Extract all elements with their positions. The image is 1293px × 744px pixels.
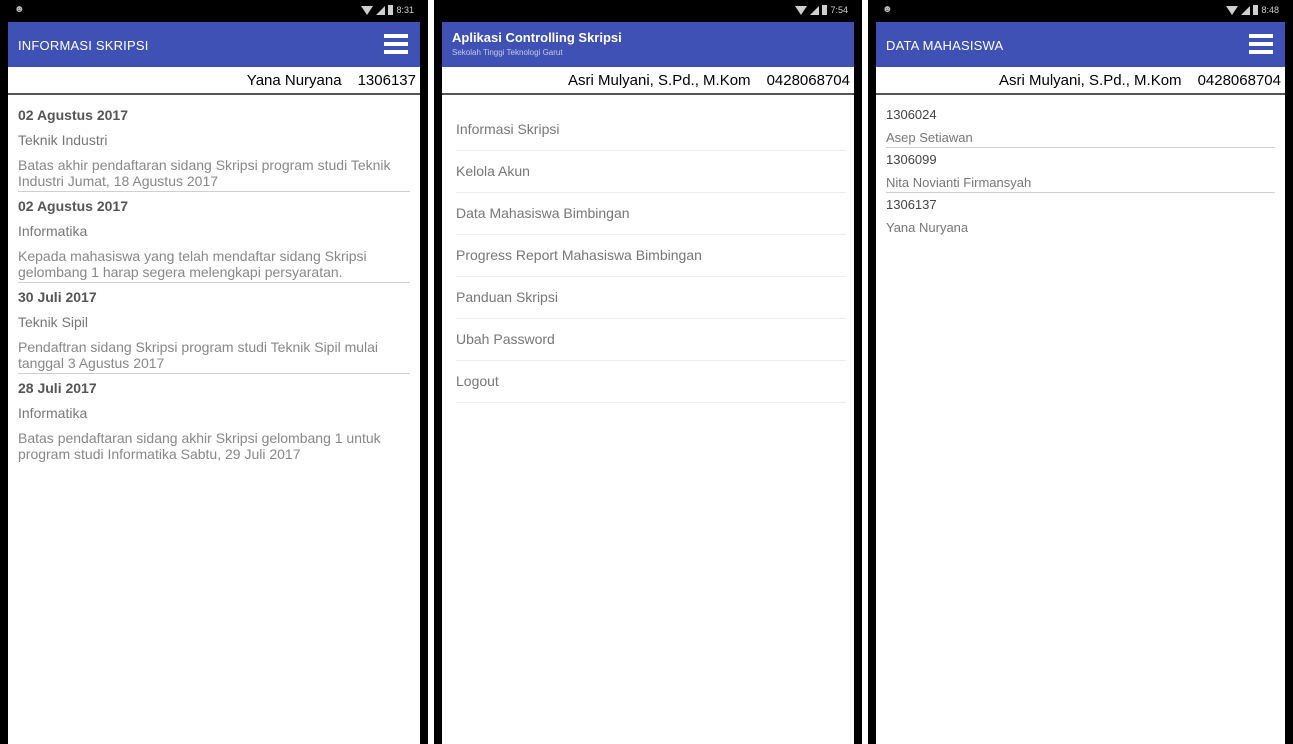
student-name: Asep Setiawan [886, 130, 973, 145]
news-date: 28 Juli 2017 [18, 380, 97, 396]
status-time: 7:54 [830, 5, 848, 15]
student-id: 1306137 [886, 197, 937, 212]
phone-screen: ☻ 8:48 DATA MAHASISWA Asri Mulyani, S.Pd… [876, 0, 1285, 744]
user-info-bar: Asri Mulyani, S.Pd., M.Kom 0428068704 [876, 67, 1285, 95]
status-icons: 7:54 [795, 5, 848, 15]
phone-informasi-skripsi: ☻ 8:31 INFORMASI SKRIPSI Yana Nuryana 13… [0, 0, 428, 744]
phone-screen: 7:54 Aplikasi Controlling Skripsi Sekola… [442, 0, 854, 744]
menu-item-kelola-akun[interactable]: Kelola Akun [456, 151, 846, 193]
news-date: 02 Agustus 2017 [18, 198, 128, 214]
status-time: 8:48 [1261, 5, 1279, 15]
student-name: Nita Novianti Firmansyah [886, 175, 1032, 190]
news-date: 30 Juli 2017 [18, 289, 97, 305]
student-id: 1306024 [886, 107, 937, 122]
phone-main-menu: 7:54 Aplikasi Controlling Skripsi Sekola… [434, 0, 862, 744]
app-bar: Aplikasi Controlling Skripsi Sekolah Tin… [442, 22, 854, 67]
news-department: Teknik Sipil [18, 314, 89, 330]
news-description: Pendaftran sidang Skripsi program studi … [18, 339, 379, 371]
list-item[interactable]: 1306024 Asep Setiawan [886, 103, 1275, 148]
user-name: Asri Mulyani, S.Pd., M.Kom [568, 71, 751, 89]
list-item[interactable]: 28 Juli 2017 Informatika Batas pendaftar… [18, 380, 410, 464]
signal-icon [376, 5, 386, 15]
page-title: INFORMASI SKRIPSI [18, 38, 149, 53]
user-info-bar: Yana Nuryana 1306137 [8, 67, 420, 95]
news-description: Batas akhir pendaftaran sidang Skripsi p… [18, 157, 391, 189]
hamburger-menu-icon[interactable] [384, 34, 408, 54]
app-bar: INFORMASI SKRIPSI [8, 22, 420, 67]
signal-icon [1241, 5, 1251, 15]
status-icons: 8:31 [361, 5, 414, 15]
news-list: 02 Agustus 2017 Teknik Industri Batas ak… [8, 95, 420, 464]
app-subtitle: Sekolah Tinggi Teknologi Garut [452, 48, 563, 57]
android-notification-icon: ☻ [14, 4, 25, 15]
app-title: Aplikasi Controlling Skripsi [452, 30, 622, 45]
list-item[interactable]: 30 Juli 2017 Teknik Sipil Pendaftran sid… [18, 289, 410, 374]
list-item[interactable]: 1306099 Nita Novianti Firmansyah [886, 148, 1275, 193]
student-list: 1306024 Asep Setiawan 1306099 Nita Novia… [876, 95, 1285, 237]
status-bar: 7:54 [442, 0, 854, 22]
news-description: Batas pendaftaran sidang akhir Skripsi g… [18, 430, 381, 462]
battery-icon [388, 5, 394, 15]
app-bar: DATA MAHASISWA [876, 22, 1285, 67]
user-name: Yana Nuryana [246, 71, 342, 89]
news-department: Informatika [18, 405, 88, 421]
menu-item-ubah-password[interactable]: Ubah Password [456, 319, 846, 361]
screenshots-container: ☻ 8:31 INFORMASI SKRIPSI Yana Nuryana 13… [0, 0, 1293, 744]
signal-icon [810, 5, 820, 15]
news-date: 02 Agustus 2017 [18, 107, 128, 123]
news-department: Teknik Industri [18, 132, 108, 148]
wifi-icon [361, 5, 374, 15]
list-item[interactable]: 1306137 Yana Nuryana [886, 193, 1275, 237]
student-id: 1306099 [886, 152, 937, 167]
user-id: 0428068704 [1197, 71, 1281, 89]
user-id: 0428068704 [766, 71, 850, 89]
phone-screen: ☻ 8:31 INFORMASI SKRIPSI Yana Nuryana 13… [8, 0, 420, 744]
student-name: Yana Nuryana [886, 220, 969, 235]
phone-data-mahasiswa: ☻ 8:48 DATA MAHASISWA Asri Mulyani, S.Pd… [868, 0, 1293, 744]
menu-item-informasi-skripsi[interactable]: Informasi Skripsi [456, 109, 846, 151]
wifi-icon [1226, 5, 1239, 15]
main-menu: Informasi Skripsi Kelola Akun Data Mahas… [442, 95, 854, 403]
page-title: DATA MAHASISWA [886, 38, 1004, 53]
list-item[interactable]: 02 Agustus 2017 Teknik Industri Batas ak… [18, 107, 410, 192]
menu-item-progress-report[interactable]: Progress Report Mahasiswa Bimbingan [456, 235, 846, 277]
news-department: Informatika [18, 223, 88, 239]
user-name: Asri Mulyani, S.Pd., M.Kom [999, 71, 1182, 89]
menu-item-logout[interactable]: Logout [456, 361, 846, 403]
android-notification-icon: ☻ [882, 4, 893, 15]
menu-item-panduan-skripsi[interactable]: Panduan Skripsi [456, 277, 846, 319]
hamburger-menu-icon[interactable] [1249, 34, 1273, 54]
status-bar: ☻ 8:48 [876, 0, 1285, 22]
battery-icon [822, 5, 828, 15]
wifi-icon [795, 5, 808, 15]
user-info-bar: Asri Mulyani, S.Pd., M.Kom 0428068704 [442, 67, 854, 95]
status-bar: ☻ 8:31 [8, 0, 420, 22]
list-item[interactable]: 02 Agustus 2017 Informatika Kepada mahas… [18, 198, 410, 283]
menu-item-data-mahasiswa-bimbingan[interactable]: Data Mahasiswa Bimbingan [456, 193, 846, 235]
user-id: 1306137 [357, 71, 416, 89]
status-time: 8:31 [396, 5, 414, 15]
battery-icon [1253, 5, 1259, 15]
status-icons: 8:48 [1226, 5, 1279, 15]
news-description: Kepada mahasiswa yang telah mendaftar si… [18, 248, 367, 280]
